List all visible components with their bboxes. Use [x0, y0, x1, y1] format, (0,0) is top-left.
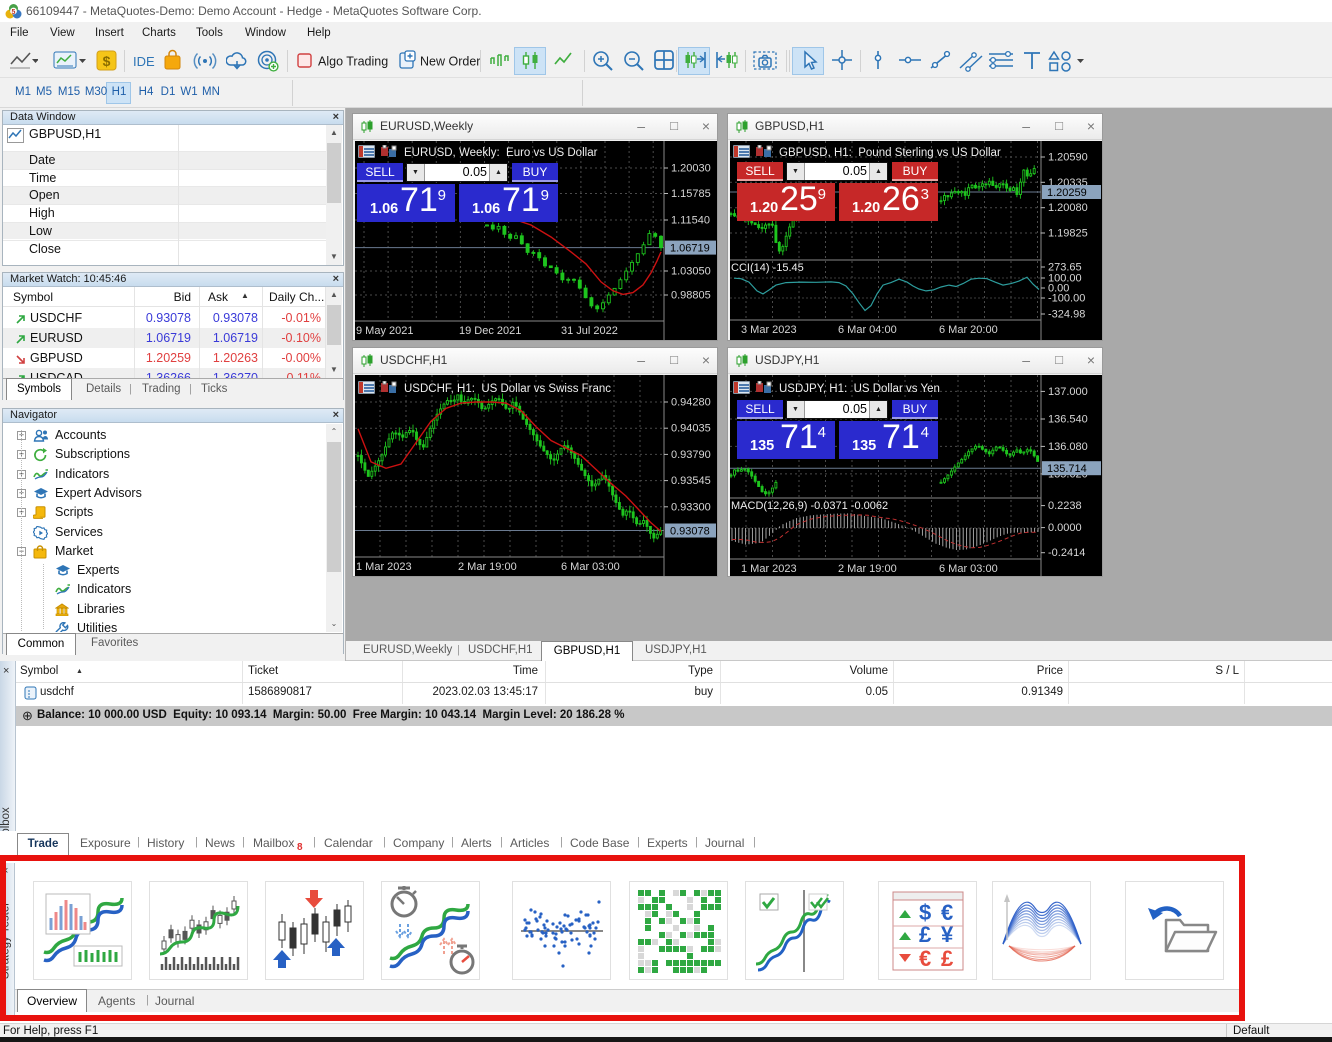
svg-text:1.03050: 1.03050	[671, 266, 711, 278]
svg-text:3 Mar 2023: 3 Mar 2023	[741, 324, 797, 336]
svg-text:$: $	[103, 53, 111, 69]
svg-text:1 Mar 2023: 1 Mar 2023	[741, 563, 797, 575]
svg-text:1.11540: 1.11540	[671, 215, 710, 227]
svg-text:1.20080: 1.20080	[1048, 202, 1088, 214]
svg-text:Algo Trading: Algo Trading	[318, 55, 388, 69]
svg-text:1.06719: 1.06719	[670, 243, 710, 255]
svg-text:1.20259: 1.20259	[1047, 187, 1087, 199]
svg-text:0.0000: 0.0000	[1048, 522, 1082, 534]
svg-text:-0.2414: -0.2414	[1048, 547, 1085, 559]
svg-text:137.000: 137.000	[1048, 386, 1088, 398]
svg-text:2 Mar 19:00: 2 Mar 19:00	[458, 561, 517, 573]
svg-text:6 Mar 04:00: 6 Mar 04:00	[838, 324, 897, 336]
svg-text:New Order: New Order	[420, 55, 480, 69]
svg-text:5: 5	[12, 9, 16, 16]
svg-text:IDE: IDE	[133, 54, 155, 69]
svg-text:0.93300: 0.93300	[671, 501, 711, 513]
svg-text:1.20030: 1.20030	[671, 163, 711, 175]
svg-text:9 May 2021: 9 May 2021	[356, 325, 413, 337]
svg-text:1.15785: 1.15785	[671, 188, 711, 200]
svg-text:1.20590: 1.20590	[1048, 152, 1088, 164]
svg-text:0.2238: 0.2238	[1048, 500, 1082, 512]
svg-text:0.98805: 0.98805	[671, 290, 711, 302]
svg-text:136.080: 136.080	[1048, 441, 1088, 453]
svg-text:-100.00: -100.00	[1048, 293, 1085, 305]
svg-text:135.714: 135.714	[1047, 463, 1087, 475]
svg-text:19 Dec 2021: 19 Dec 2021	[459, 325, 521, 337]
svg-text:1.19825: 1.19825	[1048, 228, 1088, 240]
svg-text:1 Mar 2023: 1 Mar 2023	[356, 561, 412, 573]
svg-text:0.94280: 0.94280	[671, 397, 711, 409]
svg-text:0.93078: 0.93078	[670, 526, 710, 538]
svg-text:0.93545: 0.93545	[671, 475, 711, 487]
svg-text:6 Mar 03:00: 6 Mar 03:00	[939, 563, 998, 575]
svg-text:6 Mar 20:00: 6 Mar 20:00	[939, 324, 998, 336]
svg-text:136.540: 136.540	[1048, 414, 1088, 426]
svg-text:6 Mar 03:00: 6 Mar 03:00	[561, 561, 620, 573]
svg-text:-324.98: -324.98	[1048, 309, 1085, 321]
svg-text:31 Jul 2022: 31 Jul 2022	[561, 325, 618, 337]
svg-text:0.94035: 0.94035	[671, 423, 711, 435]
svg-text:2 Mar 19:00: 2 Mar 19:00	[838, 563, 897, 575]
svg-text:0.93790: 0.93790	[671, 449, 711, 461]
